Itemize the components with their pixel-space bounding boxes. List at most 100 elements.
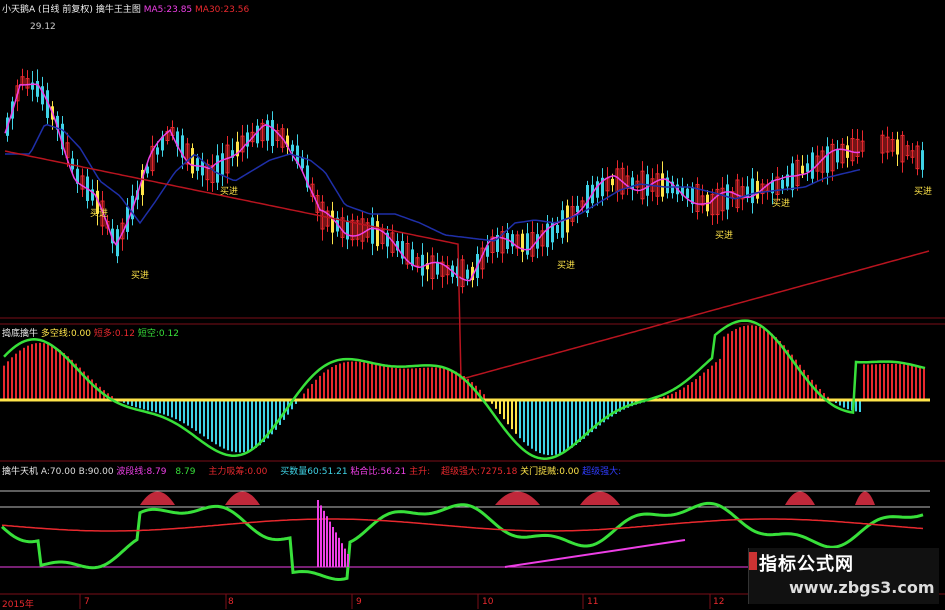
- main-panel-header: 小天鹅A (日线 前复权) 擒牛王主图 MA5:23.85 MA30:23.56: [2, 2, 249, 15]
- xaxis-label-1: 7: [84, 597, 90, 607]
- tianji-red-area: [855, 491, 875, 505]
- candle-body: [201, 161, 204, 176]
- candle-body: [846, 145, 849, 158]
- candle-body: [811, 152, 814, 179]
- i-label: 超级强大:: [441, 467, 481, 477]
- buy-label-1: 买进: [90, 209, 109, 219]
- a-value: 70.00: [49, 467, 76, 477]
- e-label: 主力吸筹:: [208, 467, 248, 477]
- candle-body: [661, 173, 664, 197]
- candlestick-series: [6, 68, 924, 294]
- ma30-value: 23.56: [223, 5, 250, 15]
- f-value: 51.21: [321, 467, 348, 477]
- a-label: A:: [40, 467, 50, 477]
- c-value: 8.79: [146, 467, 167, 477]
- xaxis-label-2: 8: [228, 597, 234, 607]
- duokong-value: 0.00: [70, 329, 91, 339]
- high-price-label: 29.12: [30, 22, 56, 32]
- candle-body: [376, 221, 379, 247]
- duokong-label: 多空线:: [40, 329, 71, 339]
- buy-label-3: 买进: [220, 187, 239, 197]
- zhangduo-value: 0.12: [114, 329, 135, 339]
- j-label: 关门捉贼:: [520, 467, 560, 477]
- candle-body: [196, 158, 199, 171]
- ma30-label: MA30:: [195, 5, 224, 15]
- stock-title[interactable]: 小天鹅A: [2, 5, 35, 15]
- xaxis-label-4: 10: [482, 597, 494, 607]
- buy-label-4: 买进: [557, 261, 576, 271]
- candle-body: [561, 210, 564, 238]
- candle-body: [216, 155, 219, 183]
- ma30-line: [5, 123, 861, 242]
- xaxis-label-5: 11: [587, 597, 599, 607]
- candle-body: [466, 269, 469, 279]
- candle-body: [836, 148, 839, 163]
- panel2-header: 捣底擒牛 多空线:0.00 短多:0.12 短空:0.12: [2, 326, 179, 339]
- candle-body: [921, 150, 924, 170]
- d-value: 8.79: [175, 467, 196, 477]
- chart-canvas[interactable]: [0, 0, 945, 609]
- ma5-label: MA5:: [143, 5, 167, 15]
- buy-label-2: 买进: [131, 271, 150, 281]
- candle-body: [596, 181, 599, 198]
- candle-body: [221, 153, 224, 175]
- zhangkong-value: 0.12: [158, 329, 179, 339]
- g-value: 56.21: [380, 467, 407, 477]
- candle-body: [526, 233, 529, 255]
- watermark-url: www.zbgs3.com: [789, 578, 935, 597]
- candle-body: [806, 163, 809, 172]
- zhangduo-label: 短多:: [93, 329, 115, 339]
- candle-body: [156, 147, 159, 155]
- candle-body: [611, 178, 614, 186]
- candle-body: [436, 261, 439, 275]
- buy-label-5: 买进: [715, 231, 734, 241]
- indicator-name[interactable]: 擒牛王主图: [96, 5, 141, 15]
- candle-body: [271, 120, 274, 146]
- candle-body: [801, 165, 804, 174]
- tianji-red-area: [495, 491, 540, 505]
- candle-body: [556, 225, 559, 233]
- panel2-title[interactable]: 捣底擒牛: [2, 329, 38, 339]
- candle-body: [301, 157, 304, 169]
- tianji-red-area: [140, 491, 175, 505]
- candle-body: [756, 180, 759, 199]
- candle-body: [191, 148, 194, 174]
- f-label: 买数量60:: [280, 467, 322, 477]
- c-label: 波段线:: [116, 467, 147, 477]
- candle-body: [331, 210, 334, 233]
- oscillator-histogram: [0, 319, 930, 460]
- candle-body: [421, 254, 424, 276]
- candle-body: [546, 223, 549, 248]
- g-label: 粘合比:: [350, 467, 381, 477]
- buy-label-6: 买进: [772, 199, 791, 209]
- b-label: B:: [78, 467, 88, 477]
- candle-body: [36, 81, 39, 97]
- candle-body: [346, 220, 349, 240]
- candle-body: [266, 120, 269, 141]
- candle-body: [371, 217, 374, 244]
- candle-body: [781, 179, 784, 189]
- j-value: 0.00: [559, 467, 580, 477]
- candle-body: [291, 144, 294, 152]
- period-label: (日线 前复权): [38, 5, 93, 15]
- xaxis-label-3: 9: [356, 597, 362, 607]
- candle-body: [506, 233, 509, 249]
- h-label: 主升:: [409, 467, 431, 477]
- k-label: 超级强大:: [582, 467, 622, 477]
- watermark-badge: [749, 552, 757, 570]
- tianji-red-area: [785, 491, 815, 505]
- xaxis-label-0: 2015年: [2, 600, 34, 610]
- b-value: 90.00: [87, 467, 114, 477]
- tianji-red-area: [580, 491, 620, 505]
- candle-body: [256, 125, 259, 144]
- candle-body: [751, 178, 754, 204]
- tianji-red-area: [225, 491, 260, 505]
- panel3-title[interactable]: 擒牛天机: [2, 467, 38, 477]
- zhangkong-label: 短空:: [137, 329, 159, 339]
- x-axis: [79, 594, 711, 609]
- watermark-title: 指标公式网: [759, 554, 854, 575]
- e-value: 0.00: [247, 467, 268, 477]
- candle-body: [896, 139, 899, 155]
- panel3-header: 擒牛天机 A:70.00 B:90.00 波段线:8.79 8.79 主力吸筹:…: [2, 464, 621, 477]
- candle-body: [576, 205, 579, 213]
